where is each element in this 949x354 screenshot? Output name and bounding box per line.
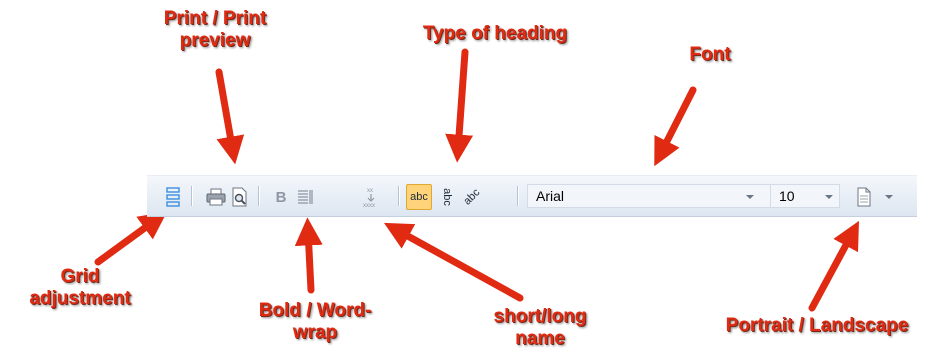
toolbar-separator xyxy=(517,186,518,206)
grid-adjust-button[interactable] xyxy=(161,184,185,210)
arrow-portrait-landscape xyxy=(808,220,859,312)
page-orientation-button[interactable] xyxy=(852,184,876,210)
word-wrap-icon xyxy=(298,190,313,204)
chevron-down-icon[interactable] xyxy=(746,195,754,199)
heading-horizontal-icon: abc xyxy=(410,191,428,203)
arrow-bold-wordwrap xyxy=(294,217,323,294)
heading-vertical-button[interactable]: abc xyxy=(435,184,459,210)
svg-text:xx: xx xyxy=(367,188,373,194)
short-long-name-button[interactable]: xx xxxx xyxy=(359,184,383,210)
short-long-name-icon: xx xxxx xyxy=(363,188,375,208)
toolbar-separator xyxy=(398,186,399,206)
font-size-select[interactable]: 10 xyxy=(770,184,840,208)
print-preview-icon xyxy=(232,187,247,207)
svg-text:xxxx: xxxx xyxy=(363,203,375,208)
word-wrap-button[interactable] xyxy=(293,184,317,210)
grid-adjust-icon xyxy=(166,187,180,207)
arrow-type-of-heading xyxy=(445,48,474,163)
print-preview-button[interactable] xyxy=(228,184,252,210)
arrow-print-preview xyxy=(215,68,245,165)
print-icon xyxy=(206,188,226,206)
font-select[interactable]: Arial xyxy=(527,184,792,208)
heading-vertical-icon: abc xyxy=(441,188,453,206)
heading-horizontal-button[interactable]: abc xyxy=(406,184,432,210)
toolbar-separator xyxy=(191,186,192,206)
arrow-grid-adjustment xyxy=(94,211,168,266)
chevron-down-icon[interactable] xyxy=(825,195,833,199)
bold-button[interactable]: B xyxy=(269,184,293,210)
page-orientation-icon xyxy=(857,187,871,207)
toolbar-separator xyxy=(258,186,259,206)
arrow-font xyxy=(654,86,697,167)
print-button[interactable] xyxy=(204,184,228,210)
heading-diagonal-icon: abc xyxy=(461,186,483,208)
heading-diagonal-button[interactable]: abc xyxy=(460,184,484,210)
toolbar: B xx xxxx abc abc abc Arial 10 xyxy=(147,175,917,217)
arrow-short-long-name xyxy=(383,222,524,302)
font-size-value: 10 xyxy=(779,188,795,204)
orientation-dropdown-icon[interactable] xyxy=(885,195,893,199)
bold-icon: B xyxy=(275,188,287,206)
font-select-value: Arial xyxy=(536,188,565,204)
